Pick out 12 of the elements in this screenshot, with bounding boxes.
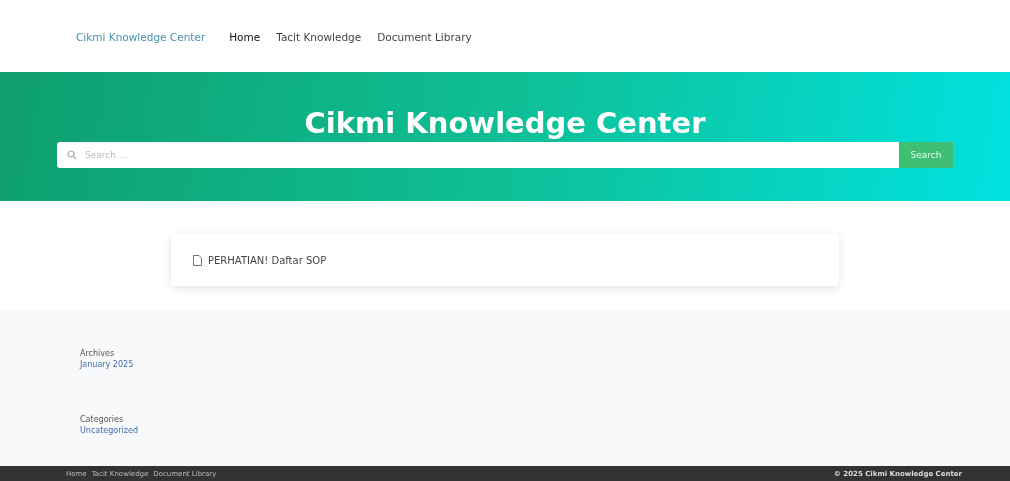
widget-link[interactable]: January 2025 — [80, 359, 1010, 370]
document-icon — [193, 254, 202, 266]
search-field[interactable]: Search ... — [57, 142, 899, 168]
widget-heading: Categories — [80, 414, 125, 425]
hero-title: Cikmi Knowledge Center — [304, 106, 706, 140]
widget-heading: Archives — [80, 348, 116, 359]
nav-link[interactable]: Tacit Knowledge — [276, 31, 362, 43]
site-brand[interactable]: Cikmi Knowledge Center — [76, 31, 206, 43]
nav-link[interactable]: Document Library — [377, 31, 472, 43]
widget-link[interactable]: Uncategorized — [80, 425, 1010, 436]
post-link[interactable]: PERHATIAN! Daftar SOP — [208, 254, 327, 266]
nav-link[interactable]: Home — [229, 31, 261, 43]
